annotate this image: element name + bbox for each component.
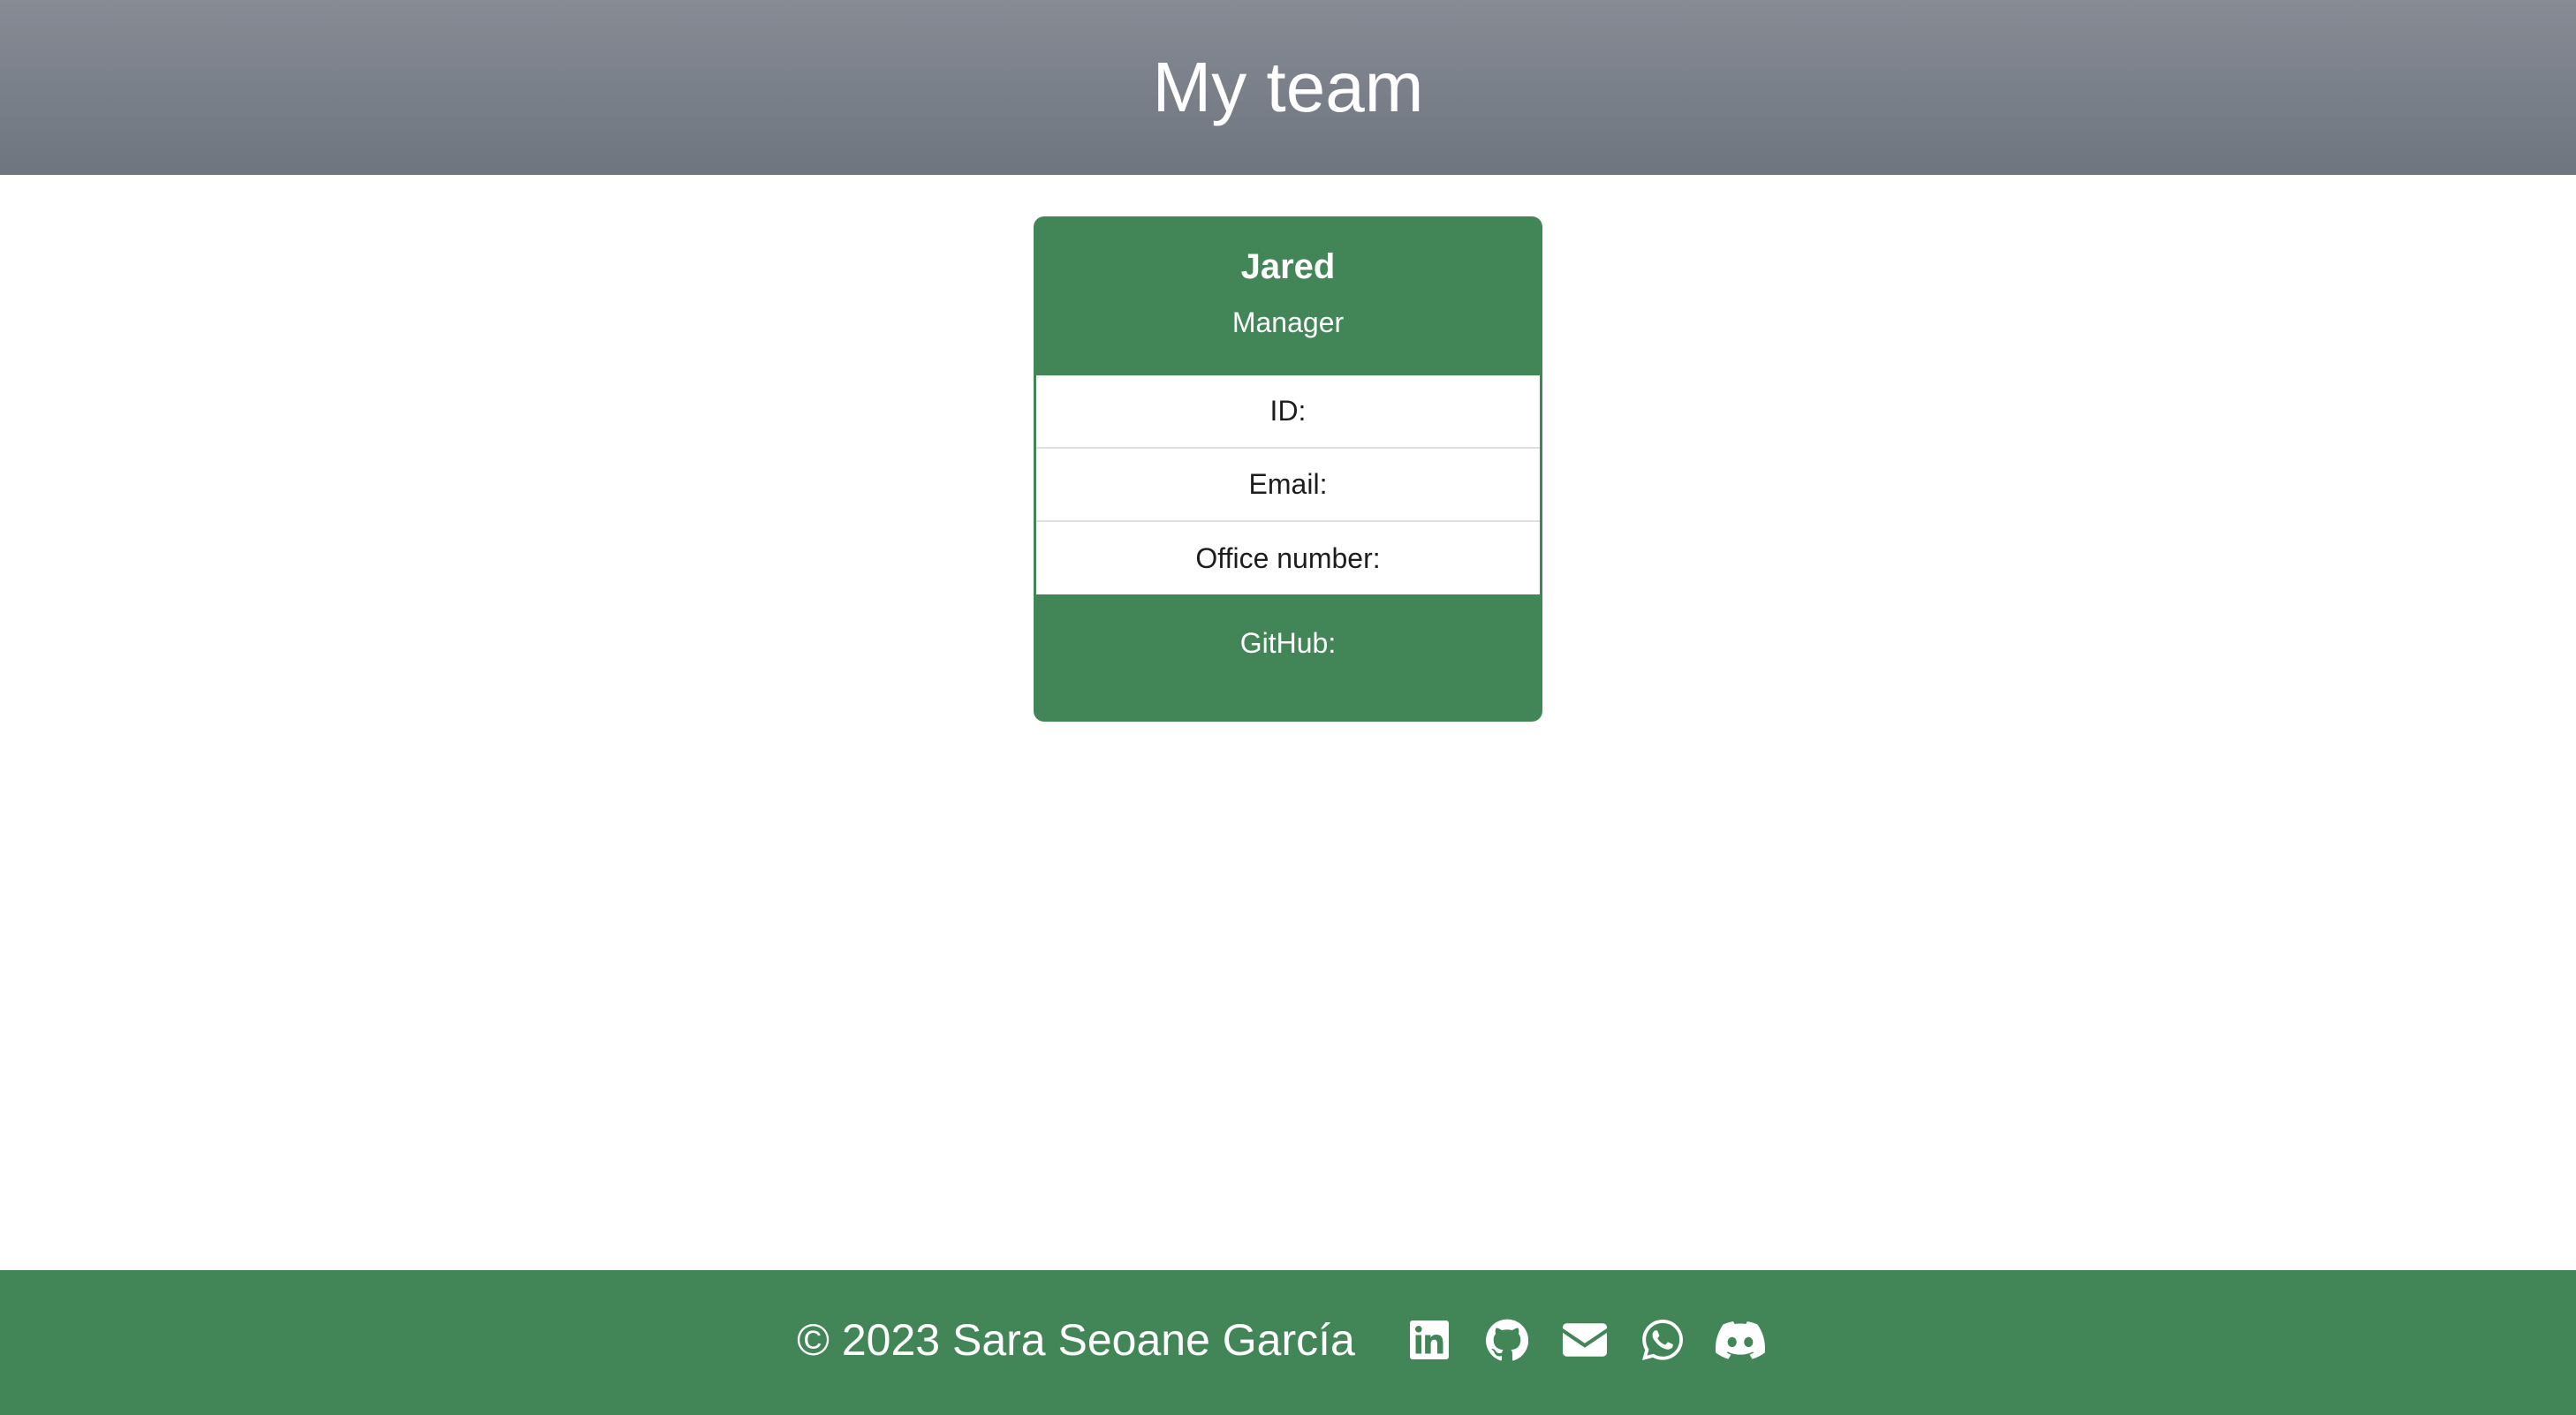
card-footer: GitHub:	[1034, 594, 1542, 722]
employee-card: Jared Manager ID: Email: Office number: …	[1034, 216, 1542, 722]
page-footer: © 2023 Sara Seoane García	[0, 1270, 2576, 1415]
whatsapp-icon[interactable]	[1636, 1313, 1689, 1366]
email-icon[interactable]	[1558, 1313, 1611, 1366]
card-header: Jared Manager	[1034, 216, 1542, 375]
page-title: My team	[1152, 48, 1424, 126]
footer-copyright: © 2023 Sara Seoane García	[797, 1315, 1355, 1365]
employee-office-number-row: Office number:	[1195, 541, 1381, 574]
employee-details-list: ID: Email: Office number:	[1035, 375, 1541, 594]
employee-name: Jared	[1240, 247, 1336, 286]
employee-id-row: ID:	[1036, 375, 1540, 449]
employee-email-row: Email:	[1036, 449, 1540, 522]
linkedin-icon[interactable]	[1403, 1313, 1456, 1366]
discord-icon[interactable]	[1714, 1313, 1767, 1366]
github-icon[interactable]	[1481, 1313, 1534, 1366]
page-header: My team	[0, 0, 2576, 175]
employee-github-label: GitHub:	[1239, 627, 1337, 659]
employee-role: Manager	[1231, 306, 1345, 338]
